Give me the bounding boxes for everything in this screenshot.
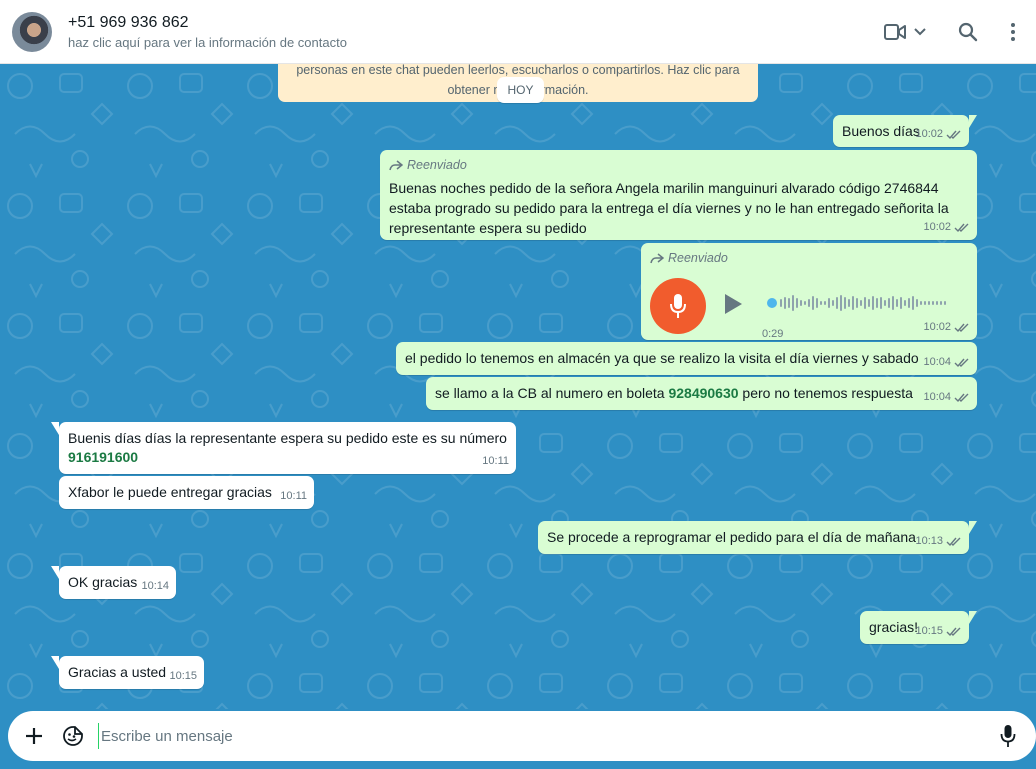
chat-header[interactable]: +51 969 936 862 haz clic aquí para ver l… [0,0,1036,64]
microphone-icon [670,294,686,318]
plus-icon [26,728,42,744]
composer [8,711,1036,761]
contact-avatar[interactable] [12,12,52,52]
message-text: se llamo a la CB al numero en boleta [435,385,669,401]
sticker-icon [63,726,83,746]
audio-waveform[interactable] [767,293,957,313]
forwarded-label: Reenviado [668,251,728,265]
message-bubble-incoming[interactable]: Xfabor le puede entregar gracias 10:11 [59,476,314,509]
search-icon [958,22,978,42]
message-time: 10:15 [169,670,197,682]
message-bubble-outgoing[interactable]: Se procede a reprogramar el pedido para … [538,521,977,554]
message-text: pero no tenemos respuesta [738,385,913,401]
message-text: Buenos días [842,123,920,139]
date-divider: HOY [497,77,544,103]
message-time: 10:02 [915,128,943,140]
message-text: gracias! [869,619,919,635]
message-time: 10:02 [923,321,951,333]
microphone-icon [1000,725,1016,747]
play-icon [725,294,742,314]
video-call-button[interactable] [878,12,934,52]
menu-button[interactable] [998,12,1028,52]
voice-note-avatar [650,278,706,334]
message-bubble-outgoing[interactable]: Reenviado Buenas noches pedido de la señ… [380,150,977,240]
contact-subtitle: haz clic aquí para ver la información de… [68,35,347,50]
double-check-icon [946,130,961,140]
message-text: Xfabor le puede entregar gracias [68,484,272,500]
double-check-icon [946,537,961,547]
forwarded-icon [650,253,664,264]
sticker-button[interactable] [62,725,84,752]
play-button[interactable] [723,293,743,320]
message-time: 10:11 [482,455,509,467]
double-check-icon [954,393,969,403]
double-check-icon [946,627,961,637]
double-check-icon [954,223,969,233]
message-bubble-outgoing[interactable]: se llamo a la CB al numero en boleta 928… [426,377,977,410]
contact-info[interactable]: +51 969 936 862 haz clic aquí para ver l… [68,13,347,52]
message-time: 10:13 [915,535,943,547]
message-bubble-incoming[interactable]: Gracias a usted 10:15 [51,656,204,689]
message-text: el pedido lo tenemos en almacén ya que s… [405,350,919,366]
phone-number-link[interactable]: 928490630 [668,385,738,401]
voice-note-bubble[interactable]: Reenviado 0:29 10:02 [641,243,977,340]
message-bubble-incoming[interactable]: Buenis días días la representante espera… [51,422,516,474]
message-text: Gracias a usted [68,664,167,680]
forwarded-label: Reenviado [407,158,467,172]
message-text: Buenas noches pedido de la señora Angela… [389,180,949,236]
voice-record-button[interactable] [1000,724,1016,753]
forwarded-icon [389,160,403,171]
message-time: 10:04 [923,391,951,403]
message-text: OK gracias [68,574,138,590]
kebab-menu-icon [1011,23,1015,41]
contact-name: +51 969 936 862 [68,14,189,31]
video-camera-icon [884,24,906,40]
message-time: 10:15 [915,625,943,637]
message-bubble-incoming[interactable]: OK gracias 10:14 [51,566,176,599]
message-input[interactable] [98,723,978,749]
phone-number-link[interactable]: 916191600 [68,448,507,467]
message-time: 10:02 [923,221,951,233]
message-time: 10:04 [923,356,951,368]
search-button[interactable] [948,12,988,52]
message-bubble-outgoing[interactable]: Buenos días 10:02 [833,115,977,147]
message-bubble-outgoing[interactable]: el pedido lo tenemos en almacén ya que s… [396,342,977,375]
message-time: 10:14 [141,580,169,592]
message-bubble-outgoing[interactable]: gracias! 10:15 [860,611,977,644]
message-text: Buenis días días la representante espera… [68,430,507,446]
attach-button[interactable] [23,725,45,752]
message-time: 10:11 [280,490,307,502]
double-check-icon [954,323,969,333]
message-text: Se procede a reprogramar el pedido para … [547,529,916,545]
composer-bar [0,709,1036,769]
chevron-down-icon [914,28,926,36]
double-check-icon [954,358,969,368]
message-list[interactable]: personas en este chat pueden leerlos, es… [0,64,1036,709]
